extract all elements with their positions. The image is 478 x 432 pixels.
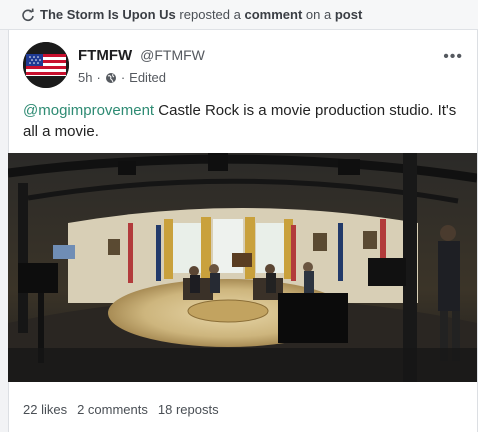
author-row: FTMFW @FTMFW — [78, 47, 205, 64]
edited-label[interactable]: Edited — [129, 70, 166, 85]
author-avatar[interactable] — [23, 42, 69, 88]
post-text: @mogimprovement Castle Rock is a movie p… — [23, 100, 463, 142]
mention-link[interactable]: @mogimprovement — [23, 102, 154, 119]
post-meta: 5h · · Edited — [78, 70, 166, 85]
author-handle[interactable]: @FTMFW — [140, 47, 205, 63]
repost-action-2: on a — [305, 7, 332, 22]
meta-separator: · — [96, 70, 101, 85]
comments-count[interactable]: 2 comments — [77, 402, 148, 417]
repost-action: reposted a — [179, 7, 241, 22]
author-name[interactable]: FTMFW — [78, 47, 132, 64]
post-card: FTMFW @FTMFW 5h · · Edited ••• @mogimpro… — [8, 30, 478, 432]
repost-target-link[interactable]: post — [335, 7, 362, 22]
more-options-icon[interactable]: ••• — [443, 48, 463, 66]
reposter-name[interactable]: The Storm Is Upon Us — [40, 7, 176, 22]
likes-count[interactable]: 22 likes — [23, 402, 67, 417]
repost-header: The Storm Is Upon Us reposted a comment … — [0, 0, 478, 30]
post-time[interactable]: 5h — [78, 70, 92, 85]
post-image[interactable] — [8, 153, 477, 382]
repost-object-link[interactable]: comment — [244, 7, 302, 22]
meta-separator: · — [120, 70, 126, 85]
reposts-count[interactable]: 18 reposts — [158, 402, 219, 417]
globe-icon — [105, 72, 117, 84]
post-stats: 22 likes 2 comments 18 reposts — [23, 402, 229, 417]
feed-frame: The Storm Is Upon Us reposted a comment … — [0, 0, 478, 432]
repost-icon — [21, 8, 35, 22]
